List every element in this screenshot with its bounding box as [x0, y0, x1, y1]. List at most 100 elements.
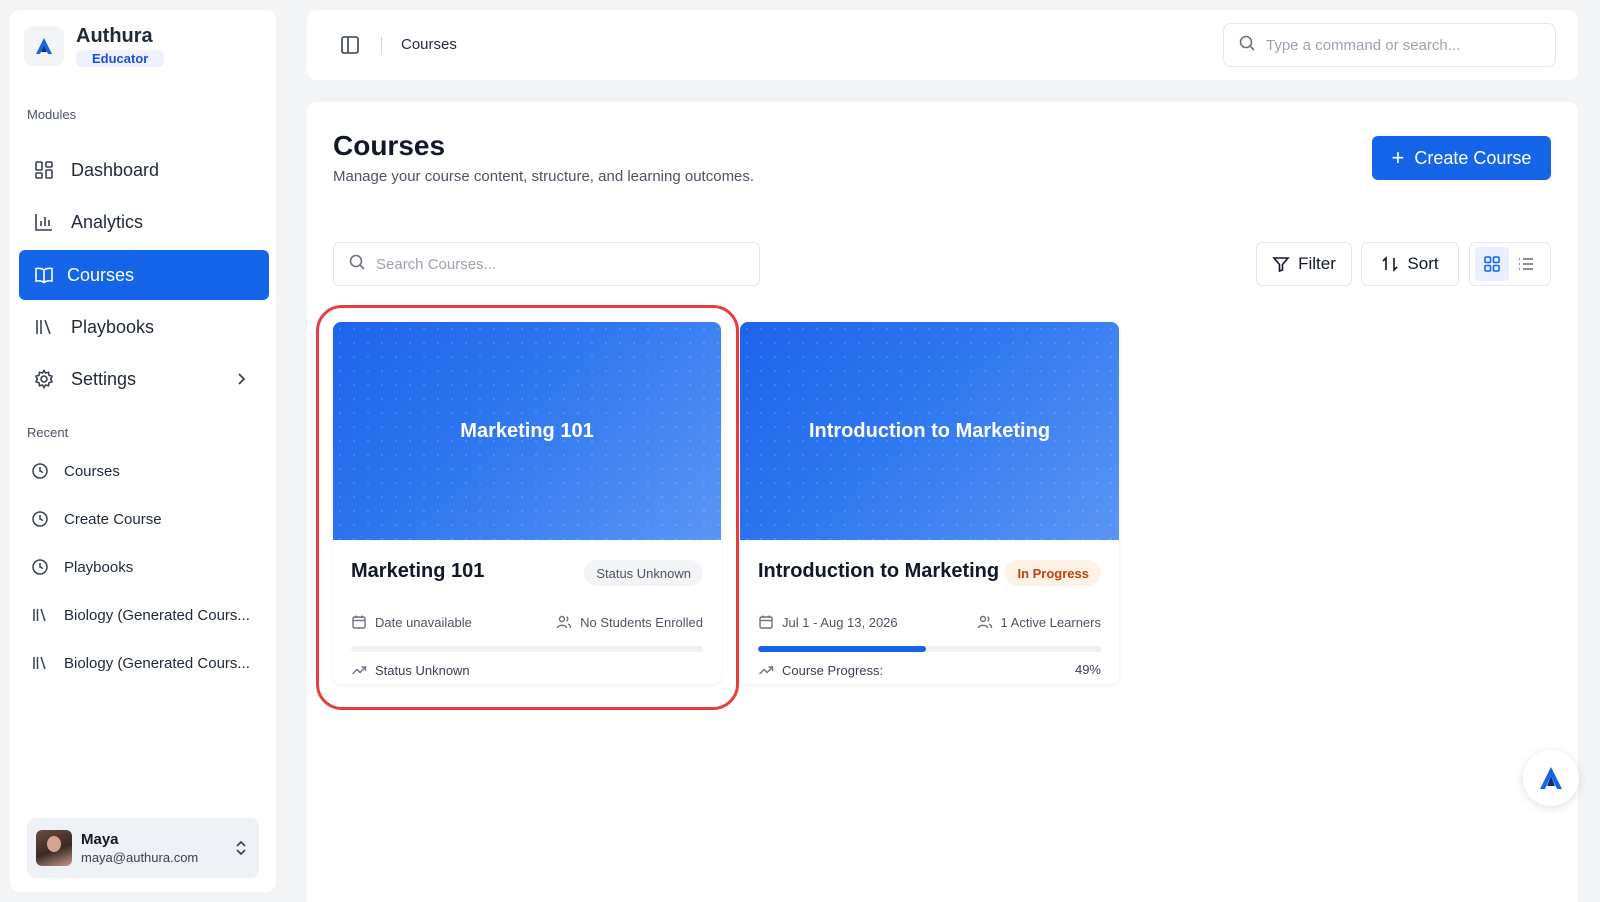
recent-item[interactable]: Playbooks [30, 555, 133, 579]
clock-icon [30, 461, 50, 481]
recent-item-label: Playbooks [64, 558, 134, 576]
sidebar-toggle-icon[interactable] [339, 34, 361, 61]
assistant-button[interactable] [1523, 750, 1579, 806]
users-icon [977, 615, 992, 629]
trending-up-icon [352, 666, 367, 675]
recent-item-label: Courses [64, 462, 120, 480]
course-search-input[interactable] [376, 255, 656, 273]
list-icon [1519, 258, 1533, 270]
sidebar-item-courses[interactable]: Courses [19, 250, 269, 300]
authura-logo-icon [1540, 767, 1562, 789]
avatar [36, 830, 72, 866]
progress-bar [351, 646, 703, 652]
user-email: maya@authura.com [81, 850, 199, 865]
role-badge: Educator [76, 50, 165, 67]
recent-item-label: Biology (Generated Cours... [64, 606, 250, 624]
course-footer: Course Progress: [758, 662, 883, 678]
filter-label: Filter [1298, 254, 1336, 273]
sidebar-item-label: Settings [71, 368, 137, 389]
recent-item[interactable]: Biology (Generated Cours... [30, 603, 250, 627]
plus-icon: + [1391, 145, 1405, 170]
course-progress-value: 49% [1074, 662, 1101, 677]
course-card[interactable]: Marketing 101 Marketing 101 Status Unkno… [333, 322, 721, 684]
course-students: No Students Enrolled [556, 614, 703, 630]
command-search[interactable] [1223, 23, 1556, 67]
sidebar-item-label: Courses [67, 264, 135, 285]
search-icon [348, 253, 366, 276]
user-name: Maya [81, 831, 119, 848]
sidebar-item-settings[interactable]: Settings [19, 354, 269, 404]
course-banner: Introduction to Marketing [740, 322, 1119, 540]
trending-up-icon [759, 666, 774, 675]
list-view-button[interactable] [1509, 247, 1543, 281]
view-toggle [1469, 242, 1551, 286]
course-search[interactable] [333, 242, 760, 286]
users-icon [556, 615, 572, 629]
book-open-icon [33, 264, 55, 286]
course-banner: Marketing 101 [333, 322, 721, 540]
search-icon [1238, 34, 1256, 57]
sidebar-item-label: Playbooks [71, 316, 155, 337]
breadcrumb[interactable]: Courses [401, 36, 457, 53]
status-badge: Status Unknown [584, 560, 703, 586]
recent-item[interactable]: Create Course [30, 507, 162, 531]
topbar: Courses [307, 10, 1578, 80]
calendar-icon [352, 615, 366, 629]
brand[interactable]: Authura Educator [24, 24, 165, 68]
library-icon [30, 605, 50, 625]
create-course-button[interactable]: + Create Course [1372, 136, 1551, 180]
brand-name: Authura [76, 25, 153, 47]
calendar-icon [759, 615, 773, 629]
user-menu[interactable]: Maya maya@authura.com [27, 818, 259, 878]
progress-fill [758, 646, 927, 652]
course-footer-text: Course Progress: [782, 662, 884, 678]
sidebar: Authura Educator Modules Dashboard Analy… [10, 10, 276, 892]
sidebar-item-analytics[interactable]: Analytics [19, 197, 269, 247]
authura-logo-icon [24, 26, 64, 66]
dashboard-icon [33, 159, 55, 181]
recent-item[interactable]: Biology (Generated Cours... [30, 651, 250, 675]
sort-icon [1382, 256, 1398, 272]
course-date: Date unavailable [351, 614, 472, 630]
recent-item-label: Create Course [64, 510, 162, 528]
recent-label: Recent [27, 425, 69, 440]
sidebar-item-label: Dashboard [71, 159, 160, 180]
library-icon [30, 653, 50, 673]
main-panel: Courses Manage your course content, stru… [307, 102, 1578, 902]
course-students: 1 Active Learners [977, 614, 1101, 630]
sidebar-item-label: Analytics [71, 211, 144, 232]
bar-chart-icon [33, 211, 55, 233]
library-icon [33, 316, 55, 338]
course-card[interactable]: Introduction to Marketing Introduction t… [740, 322, 1119, 684]
banner-title: Introduction to Marketing [808, 419, 1051, 442]
command-search-input[interactable] [1266, 36, 1546, 54]
course-footer-text: Status Unknown [375, 662, 470, 678]
recent-item-label: Biology (Generated Cours... [64, 654, 250, 672]
course-students-text: 1 Active Learners [1000, 614, 1101, 630]
course-date-text: Jul 1 - Aug 13, 2026 [782, 614, 898, 630]
sort-button[interactable]: Sort [1361, 242, 1459, 286]
progress-bar [758, 646, 1101, 652]
create-course-label: Create Course [1414, 147, 1532, 168]
sidebar-item-playbooks[interactable]: Playbooks [19, 302, 269, 352]
chevron-up-down-icon [233, 838, 249, 863]
course-title: Introduction to Marketing [758, 560, 1000, 582]
course-students-text: No Students Enrolled [580, 614, 703, 630]
course-title: Marketing 101 [351, 560, 485, 582]
filter-icon [1272, 257, 1290, 273]
clock-icon [30, 509, 50, 529]
grid-icon [1484, 256, 1500, 272]
modules-label: Modules [27, 107, 77, 122]
banner-title: Marketing 101 [460, 419, 594, 442]
sidebar-item-dashboard[interactable]: Dashboard [19, 145, 269, 195]
breadcrumb-divider [381, 36, 382, 54]
filter-button[interactable]: Filter [1256, 242, 1352, 286]
sort-label: Sort [1407, 254, 1439, 273]
course-date: Jul 1 - Aug 13, 2026 [758, 614, 898, 630]
recent-item[interactable]: Courses [30, 459, 120, 483]
page-title: Courses [333, 130, 446, 161]
gear-icon [33, 368, 55, 390]
course-date-text: Date unavailable [375, 614, 472, 630]
page-subtitle: Manage your course content, structure, a… [333, 168, 755, 185]
grid-view-button[interactable] [1475, 247, 1509, 281]
